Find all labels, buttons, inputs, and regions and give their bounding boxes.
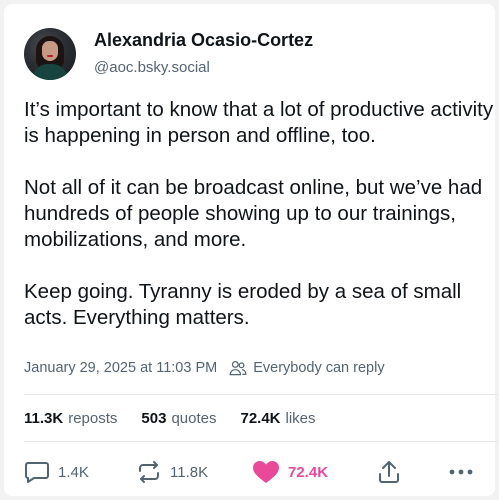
avatar-body <box>32 64 68 80</box>
reposts-label: reposts <box>68 410 118 427</box>
likes-label: likes <box>285 410 316 427</box>
author-display-name[interactable]: Alexandria Ocasio-Cortez <box>94 30 313 51</box>
reply-count: 1.4K <box>58 463 89 481</box>
post-paragraph: It’s important to know that a lot of pro… <box>24 98 494 147</box>
repost-arrows-icon <box>139 461 159 483</box>
author-handle[interactable]: @aoc.bsky.social <box>94 59 210 76</box>
share-button[interactable] <box>377 457 409 487</box>
post-paragraph: Not all of it can be broadcast online, b… <box>24 176 483 251</box>
share-icon <box>379 461 399 483</box>
reposts-count: 11.3K <box>24 410 64 427</box>
repost-button[interactable]: 11.8K <box>136 457 208 487</box>
avatar[interactable] <box>24 28 76 80</box>
heart-icon <box>253 461 279 483</box>
like-button[interactable]: 72.4K <box>252 457 328 487</box>
engagement-stats: 11.3K reposts 503 quotes 72.4K likes <box>24 410 340 427</box>
more-dots-icon <box>449 469 473 475</box>
divider <box>24 441 498 442</box>
reposts-stat[interactable]: 11.3K reposts <box>24 410 117 427</box>
post-meta: January 29, 2025 at 11:03 PM Everybody c… <box>24 360 385 376</box>
post-timestamp[interactable]: January 29, 2025 at 11:03 PM <box>24 360 217 376</box>
likes-stat[interactable]: 72.4K likes <box>240 410 315 427</box>
divider <box>24 394 498 395</box>
more-options-button[interactable] <box>449 457 481 487</box>
post-card: Alexandria Ocasio-Cortez @aoc.bsky.socia… <box>4 4 498 496</box>
avatar-face <box>42 41 58 61</box>
repost-count: 11.8K <box>170 463 209 481</box>
quotes-stat[interactable]: 503 quotes <box>141 410 216 427</box>
quotes-label: quotes <box>171 410 217 427</box>
like-count: 72.4K <box>288 463 329 481</box>
avatar-lips <box>47 55 53 57</box>
people-icon <box>229 360 247 376</box>
speech-bubble-icon <box>25 462 49 483</box>
likes-count: 72.4K <box>240 410 281 427</box>
post-text: It’s important to know that a lot of pro… <box>24 97 496 331</box>
reply-setting[interactable]: Everybody can reply <box>253 360 384 376</box>
action-bar: 1.4K 11.8K 72.4K <box>24 457 480 487</box>
quotes-count: 503 <box>141 410 167 427</box>
post-paragraph: Keep going. Tyranny is eroded by a sea o… <box>24 280 462 329</box>
reply-button[interactable]: 1.4K <box>24 457 89 487</box>
